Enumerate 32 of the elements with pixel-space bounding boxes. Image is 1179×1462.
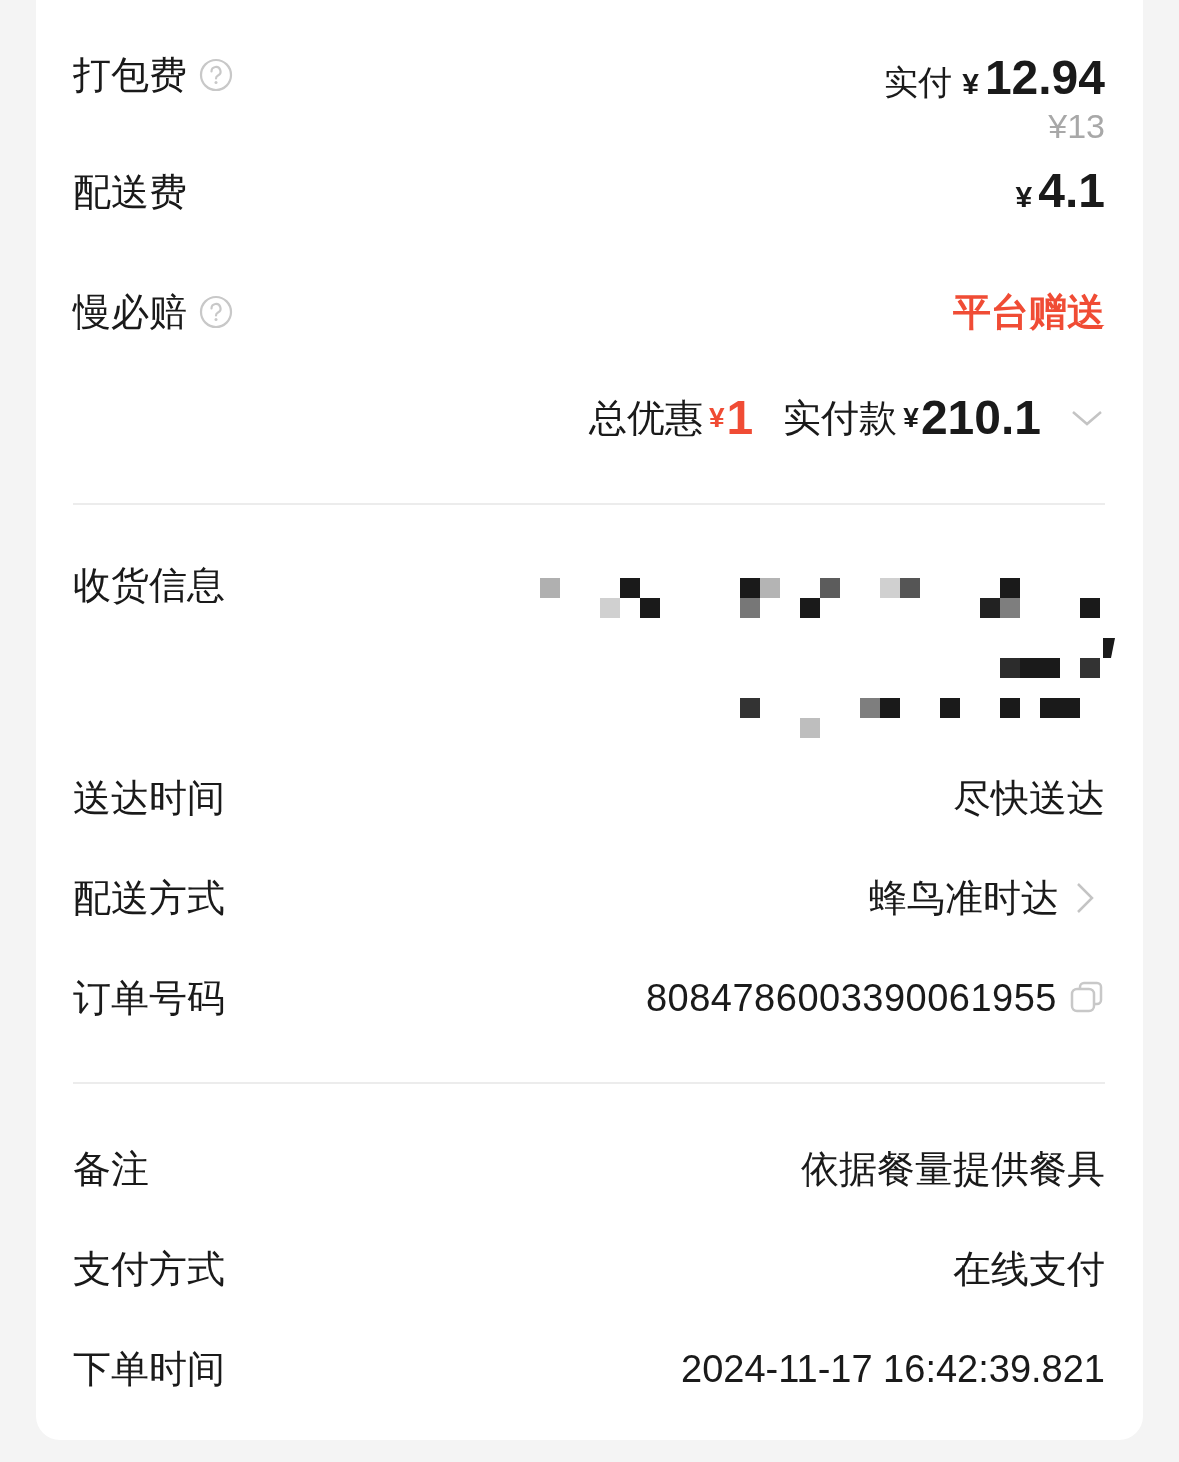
info-label: 送达时间 [73,775,225,821]
info-label: 收货信息 [73,563,225,608]
info-value: 2024-11-17 16:42:39.821 [681,1346,1105,1392]
paid-amount: 210.1 [920,390,1041,446]
info-label: 订单号码 [73,975,225,1021]
price-amount: 4.1 [1038,165,1105,217]
info-label: 支付方式 [73,1246,225,1292]
info-label: 备注 [73,1146,149,1192]
delivery-method-link[interactable]: 蜂鸟准时达 [869,869,1059,927]
original-price: ¥13 [1048,108,1105,144]
currency-sign: ¥ [1015,179,1033,215]
currency-sign: ¥ [903,401,919,435]
discount-amount: 1 [726,390,754,446]
info-label: 配送方式 [73,875,225,921]
info-value: 在线支付 [953,1246,1105,1292]
order-number: 8084786003390061955 [645,975,1057,1021]
currency-sign: ¥ [709,401,725,435]
fee-label: 慢必赔 [73,289,187,335]
discount-label: 总优惠 [589,395,703,441]
info-label: 下单时间 [73,1346,225,1392]
price-amount: 12.94 [984,52,1105,104]
promo-text: 平台赠送 [953,289,1105,335]
help-icon[interactable] [199,58,233,92]
price-label: 实付 [884,62,953,103]
help-icon[interactable] [199,295,233,329]
currency-sign: ¥ [962,66,979,102]
fee-label: 打包费 [73,52,187,98]
paid-label: 实付款 [783,395,898,441]
info-value: 依据餐量提供餐具 [801,1146,1105,1192]
fee-label: 配送费 [73,169,187,215]
chevron-right-icon[interactable] [1075,881,1095,915]
info-value: 尽快送达 [953,775,1105,821]
